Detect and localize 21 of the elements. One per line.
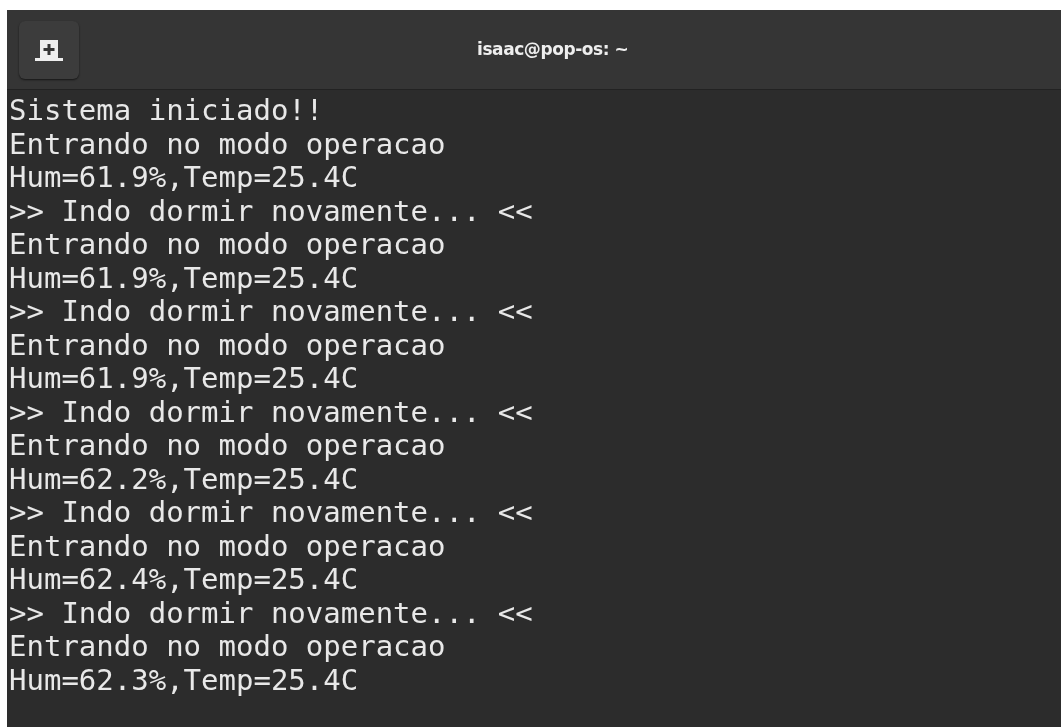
terminal-line: Sistema iniciado!! — [9, 94, 324, 128]
terminal-line: Hum=61.9%,Temp=25.4C — [9, 261, 359, 295]
terminal-line: >> Indo dormir novamente... << — [9, 496, 533, 530]
terminal-line: Entrando no modo operacao — [9, 529, 446, 563]
terminal-line: >> Indo dormir novamente... << — [9, 395, 533, 429]
terminal-line: Hum=61.9%,Temp=25.4C — [9, 161, 359, 195]
terminal-line: Hum=62.2%,Temp=25.4C — [9, 462, 359, 496]
terminal-line: >> Indo dormir novamente... << — [9, 295, 533, 329]
terminal-line: Entrando no modo operacao — [9, 429, 446, 463]
new-tab-button[interactable] — [19, 20, 79, 79]
terminal-line: Hum=62.3%,Temp=25.4C — [9, 663, 359, 697]
terminal-line: >> Indo dormir novamente... << — [9, 596, 533, 630]
terminal-line: Entrando no modo operacao — [9, 630, 446, 664]
window-title: isaac@pop-os: ~ — [477, 37, 629, 61]
new-tab-icon — [34, 37, 64, 62]
terminal-line: Hum=62.4%,Temp=25.4C — [9, 563, 359, 597]
terminal-line: Entrando no modo operacao — [9, 127, 446, 161]
terminal-line: Entrando no modo operacao — [9, 328, 446, 362]
terminal-line: Entrando no modo operacao — [9, 228, 446, 262]
terminal-line: Hum=61.9%,Temp=25.4C — [9, 362, 359, 396]
terminal-line: >> Indo dormir novamente... << — [9, 194, 533, 228]
